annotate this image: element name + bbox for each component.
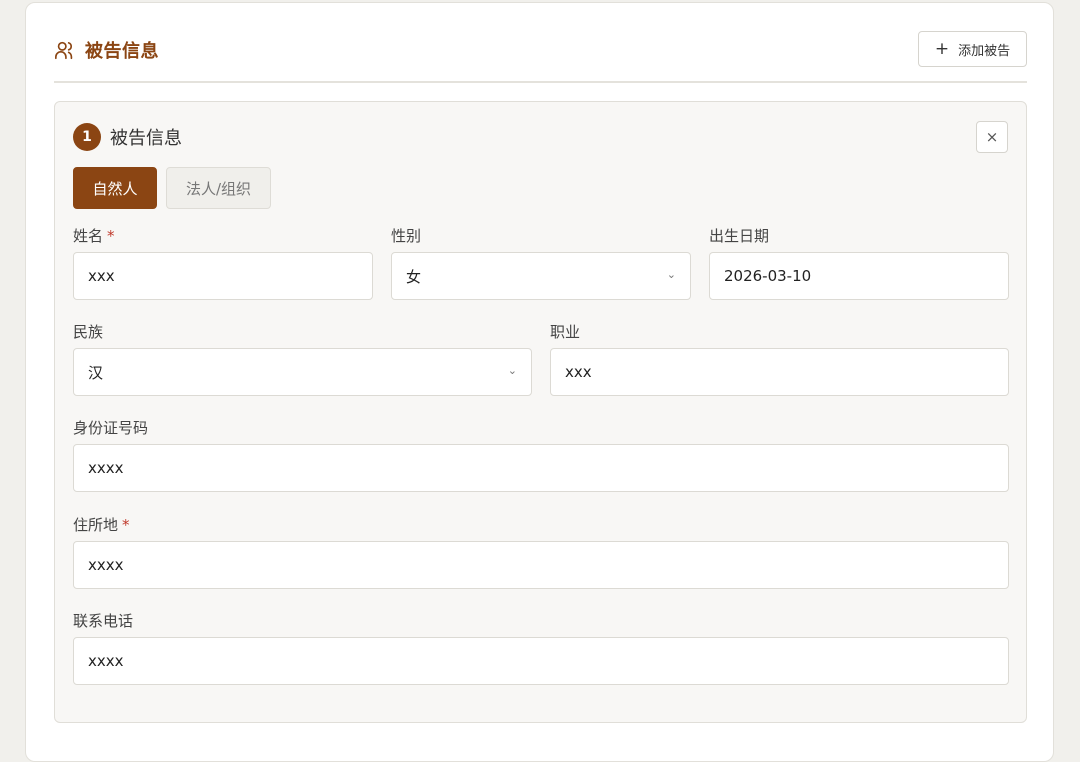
id-number-input[interactable]: xxxx [73,444,1009,492]
header-divider [54,81,1027,83]
required-mark: * [122,516,130,534]
tab-legal-entity[interactable]: 法人/组织 [166,167,271,209]
users-icon [54,39,76,61]
name-field-group: 姓名 * xxx [73,226,373,300]
close-icon[interactable]: × [976,121,1008,153]
occupation-field-group: 职业 xxx [550,322,1009,396]
defendant-number-badge: 1 [73,123,101,151]
card-title: 被告信息 [110,128,182,149]
ethnicity-select[interactable]: 汉 ⌄ [73,348,532,396]
defendant-panel: 被告信息 + 添加被告 1 被告信息 × 自然人 法人/组织 姓名 * xxx 性… [25,2,1054,762]
add-defendant-label: 添加被告 [958,43,1011,59]
id-number-field-group: 身份证号码 xxxx [73,418,1009,492]
phone-label: 联系电话 [73,612,134,630]
address-input[interactable]: xxxx [73,541,1009,589]
birth-date-field-group: 出生日期 2026-03-10 [709,226,1009,300]
card-header: 1 被告信息 [73,123,182,151]
section-title: 被告信息 [85,41,159,62]
birth-date-label: 出生日期 [709,227,770,245]
party-type-tabs: 自然人 法人/组织 [73,167,280,209]
required-mark: * [107,227,115,245]
birth-date-input[interactable]: 2026-03-10 [709,252,1009,300]
address-label: 住所地 * [73,516,130,534]
gender-field-group: 性别 女 ⌄ [391,226,691,300]
occupation-label: 职业 [550,323,581,341]
section-title-group: 被告信息 [54,37,159,63]
plus-icon: + [934,38,950,59]
panel-header: 被告信息 + 添加被告 [54,31,1027,81]
gender-label: 性别 [391,227,422,245]
phone-input[interactable]: xxxx [73,637,1009,685]
occupation-input[interactable]: xxx [550,348,1009,396]
ethnicity-label: 民族 [73,323,104,341]
chevron-down-icon: ⌄ [507,364,517,377]
address-field-group: 住所地 * xxxx [73,515,1009,589]
chevron-down-icon: ⌄ [666,268,676,281]
add-defendant-button[interactable]: + 添加被告 [918,31,1027,67]
gender-select[interactable]: 女 ⌄ [391,252,691,300]
ethnicity-field-group: 民族 汉 ⌄ [73,322,532,396]
tab-natural-person[interactable]: 自然人 [73,167,157,209]
phone-field-group: 联系电话 xxxx [73,611,1009,685]
defendant-card: 1 被告信息 × 自然人 法人/组织 姓名 * xxx 性别 女 ⌄ 出生日期 20… [54,101,1027,723]
name-input[interactable]: xxx [73,252,373,300]
id-number-label: 身份证号码 [73,419,149,437]
name-label: 姓名 * [73,227,115,245]
